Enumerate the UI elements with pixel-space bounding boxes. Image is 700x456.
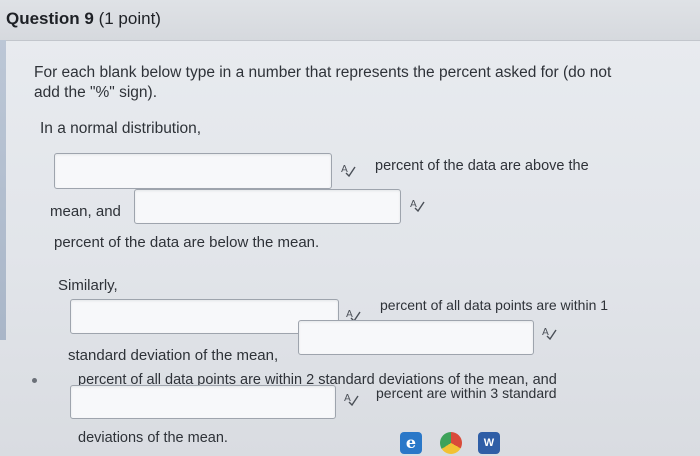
intro-text: In a normal distribution,: [40, 120, 202, 137]
answer-input-above-mean[interactable]: [54, 153, 332, 189]
answer-input-within-2-sd[interactable]: [298, 320, 534, 355]
text-std-dev-mean: standard deviation of the mean,: [68, 347, 279, 364]
spellcheck-icon[interactable]: A: [541, 324, 557, 340]
answer-input-within-3-sd[interactable]: [70, 385, 336, 419]
edge-browser-icon[interactable]: e: [400, 432, 422, 454]
taskbar: e W: [330, 430, 700, 456]
text-mean-and: mean, and: [50, 203, 121, 220]
text-above-the: percent of the data are above the: [375, 158, 589, 174]
text-similarly: Similarly,: [58, 277, 118, 294]
question-title: Question 9 (1 point): [6, 9, 161, 29]
question-points: (1 point): [98, 9, 161, 28]
word-icon[interactable]: W: [478, 432, 500, 454]
left-edge-bar: [0, 40, 6, 340]
spellcheck-icon[interactable]: A: [340, 161, 356, 177]
instructions: For each blank below type in a number th…: [34, 64, 612, 101]
text-deviations-mean: deviations of the mean.: [78, 430, 228, 446]
text-within-1: percent of all data points are within 1: [380, 297, 609, 313]
spellcheck-icon[interactable]: A: [343, 390, 359, 406]
question-header: Question 9 (1 point): [0, 0, 700, 41]
question-label: Question 9: [6, 9, 94, 28]
spellcheck-icon[interactable]: A: [409, 196, 425, 212]
text-within-3: percent are within 3 standard: [376, 385, 557, 401]
answer-input-below-mean[interactable]: [134, 189, 401, 224]
chrome-icon[interactable]: [440, 432, 462, 454]
text-below-mean: percent of the data are below the mean.: [54, 234, 320, 251]
bullet-dot: [32, 378, 37, 383]
